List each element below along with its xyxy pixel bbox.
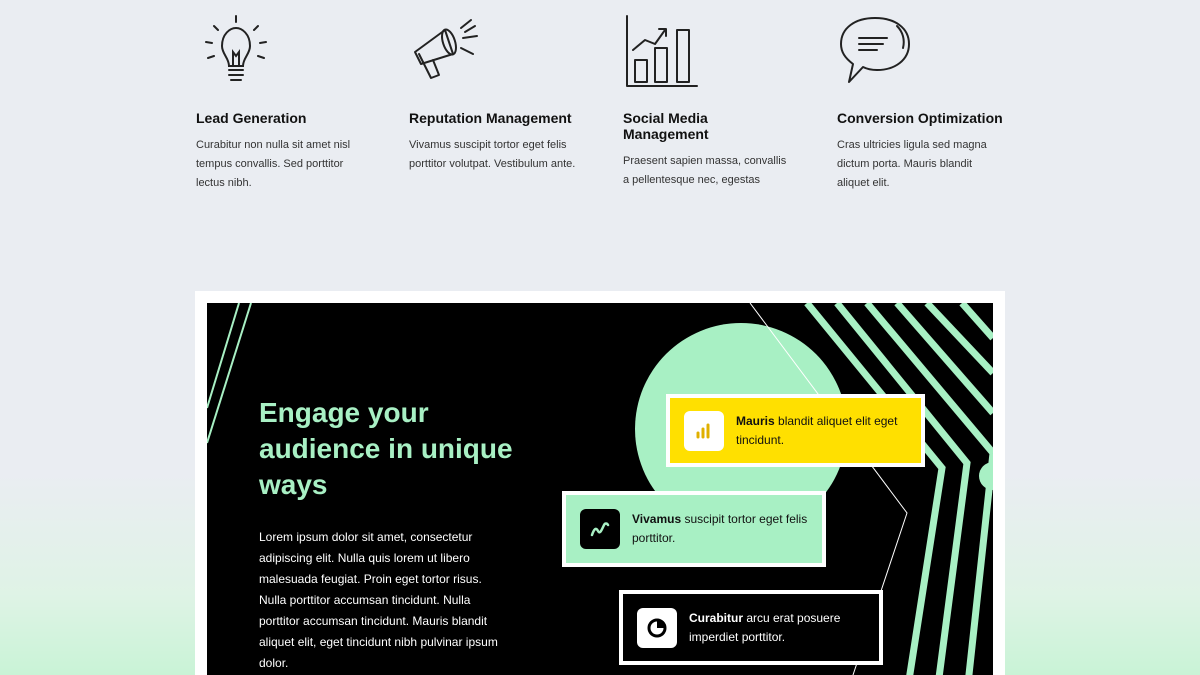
promo-card-frame: Engage your audience in unique ways Lore… (195, 291, 1005, 675)
feature-title: Lead Generation (196, 110, 307, 126)
promo-body-text: Lorem ipsum dolor sit amet, consectetur … (259, 530, 498, 670)
feature-description: Vivamus suscipit tortor eget felis portt… (409, 139, 576, 170)
pill-text: Curabitur arcu erat posuere imperdiet po… (689, 610, 841, 644)
feature-description: Cras ultricies ligula sed magna dictum p… (837, 139, 987, 189)
feature-pill-mauris: Mauris blandit aliquet elit eget tincidu… (666, 394, 925, 467)
promo-headline: Engage your audience in unique ways (259, 397, 513, 500)
feature-title: Social Media Management (623, 110, 709, 142)
feature-pill-curabitur: Curabitur arcu erat posuere imperdiet po… (619, 590, 883, 665)
feature-reputation-management: Reputation Management Vivamus suscipit t… (409, 12, 579, 174)
pill-text: Vivamus suscipit tortor eget felis portt… (632, 512, 808, 545)
pill-text: Mauris blandit aliquet elit eget tincidu… (736, 413, 898, 447)
speech-bubble-icon (840, 17, 910, 83)
megaphone-icon (414, 19, 478, 79)
pie-chart-icon (637, 607, 677, 648)
feature-description: Praesent sapien massa, convallis a pelle… (623, 155, 787, 186)
feature-conversion-optimization: Conversion Optimization Cras ultricies l… (837, 12, 1007, 193)
feature-lead-generation: Lead Generation Curabitur non nulla sit … (196, 12, 366, 193)
features-section: Lead Generation Curabitur non nulla sit … (196, 12, 1026, 212)
feature-social-media-management: Social Media Management Praesent sapien … (623, 12, 793, 190)
feature-pill-vivamus: Vivamus suscipit tortor eget felis portt… (562, 491, 826, 567)
bar-chart-icon (626, 15, 698, 87)
promo-card: Engage your audience in unique ways Lore… (207, 303, 993, 675)
feature-title: Reputation Management (409, 110, 572, 126)
bar-chart-icon (684, 410, 724, 451)
squiggle-icon (580, 509, 620, 549)
lightbulb-icon (205, 15, 267, 81)
feature-title: Conversion Optimization (837, 110, 1003, 126)
feature-description: Curabitur non nulla sit amet nisl tempus… (196, 139, 351, 189)
